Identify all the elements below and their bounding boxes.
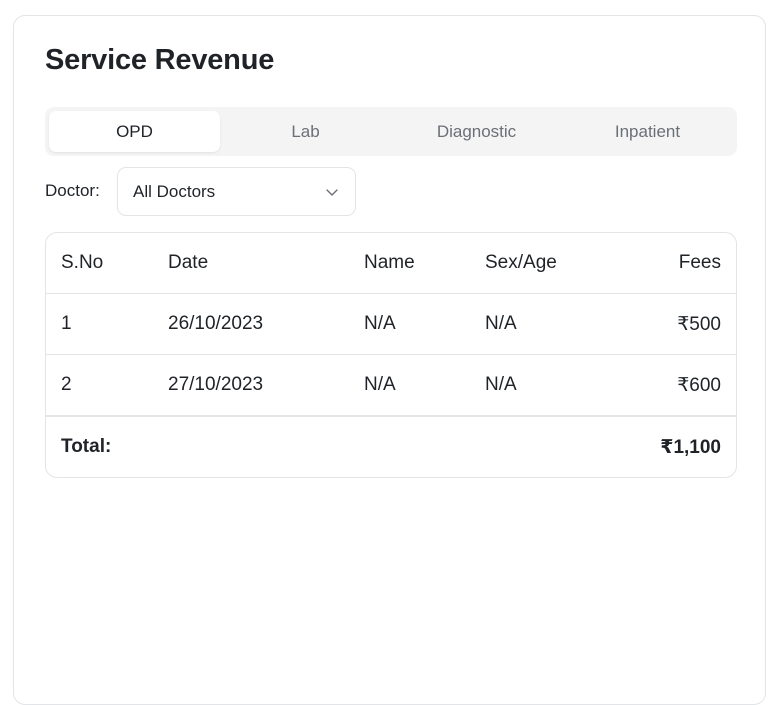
cell-name: N/A — [349, 293, 470, 355]
doctor-label: Doctor: — [45, 181, 100, 200]
tab-inpatient[interactable]: Inpatient — [562, 111, 733, 152]
tab-lab[interactable]: Lab — [220, 111, 391, 152]
service-revenue-card: Service Revenue OPD Lab Diagnostic Inpat… — [13, 15, 766, 705]
doctor-select-value: All Doctors — [133, 181, 216, 201]
chevron-down-icon — [325, 185, 339, 199]
cell-sex-age: N/A — [470, 293, 630, 355]
revenue-table: S.No Date Name Sex/Age Fees 1 26/10/2023… — [46, 233, 736, 477]
header-date: Date — [153, 233, 349, 294]
table-total-row: Total: ₹1,100 — [46, 416, 736, 477]
total-label: Total: — [61, 436, 112, 457]
header-name: Name — [349, 233, 470, 294]
table-row: 1 26/10/2023 N/A N/A ₹500 — [46, 293, 736, 355]
page-title: Service Revenue — [45, 44, 275, 76]
cell-name: N/A — [349, 354, 470, 417]
header-fees: Fees — [630, 233, 736, 294]
service-tabs: OPD Lab Diagnostic Inpatient — [45, 107, 737, 156]
cell-date: 26/10/2023 — [153, 293, 349, 355]
cell-sex-age: N/A — [470, 354, 630, 417]
revenue-table-container: S.No Date Name Sex/Age Fees 1 26/10/2023… — [45, 232, 737, 478]
cell-sno: 1 — [46, 293, 153, 355]
header-sno: S.No — [46, 233, 153, 294]
doctor-filter: Doctor: All Doctors — [45, 167, 356, 216]
table-header-row: S.No Date Name Sex/Age Fees — [46, 233, 736, 294]
total-value: ₹1,100 — [660, 436, 721, 458]
header-sex-age: Sex/Age — [470, 233, 630, 294]
cell-date: 27/10/2023 — [153, 354, 349, 417]
doctor-select[interactable]: All Doctors — [117, 167, 356, 216]
cell-fees: ₹600 — [630, 354, 736, 417]
tab-opd[interactable]: OPD — [49, 111, 220, 152]
tab-diagnostic[interactable]: Diagnostic — [391, 111, 562, 152]
cell-sno: 2 — [46, 354, 153, 417]
cell-fees: ₹500 — [630, 293, 736, 355]
table-row: 2 27/10/2023 N/A N/A ₹600 — [46, 354, 736, 417]
